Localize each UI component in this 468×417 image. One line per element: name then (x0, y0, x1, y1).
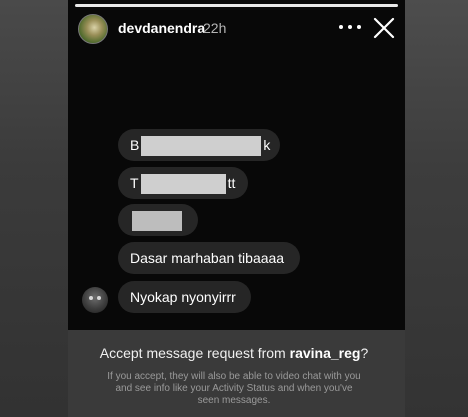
close-icon[interactable] (373, 17, 395, 39)
message-bubble[interactable] (118, 204, 198, 236)
request-prefix: Accept message request from (99, 345, 290, 361)
message-bubble[interactable]: Dasar marhaban tibaaaa (118, 242, 300, 274)
message-text-start: T (130, 175, 139, 191)
message-text: Dasar marhaban tibaaaa (130, 250, 285, 266)
message-text-end: tt (227, 175, 236, 191)
story-author-avatar[interactable] (78, 14, 108, 44)
request-username[interactable]: ravina_reg (290, 345, 361, 361)
message-text-end: k (263, 137, 271, 153)
request-suffix: ? (360, 345, 369, 361)
redacted-text (140, 174, 226, 195)
message-text: Nyokap nyonyirrr (130, 289, 236, 305)
message-bubble[interactable]: Bk (118, 129, 280, 161)
message-text-start: B (130, 137, 140, 153)
story-username[interactable]: devdanendra (118, 20, 205, 36)
message-bubble[interactable]: Ttt (118, 167, 248, 199)
story-progress-bar (75, 4, 398, 7)
message-bubble[interactable]: Nyokap nyonyirrr (118, 281, 251, 313)
message-request-title: Accept message request from ravina_reg? (0, 345, 468, 361)
story-view: devdanendra 22h Bk Ttt Dasar marhaban ti… (68, 0, 405, 330)
redacted-text (141, 136, 262, 157)
sender-avatar[interactable] (82, 287, 108, 313)
message-request-description: If you accept, they will also be able to… (107, 371, 361, 406)
redacted-text (132, 211, 182, 232)
story-timestamp: 22h (203, 20, 227, 36)
more-options-icon[interactable] (339, 22, 361, 32)
